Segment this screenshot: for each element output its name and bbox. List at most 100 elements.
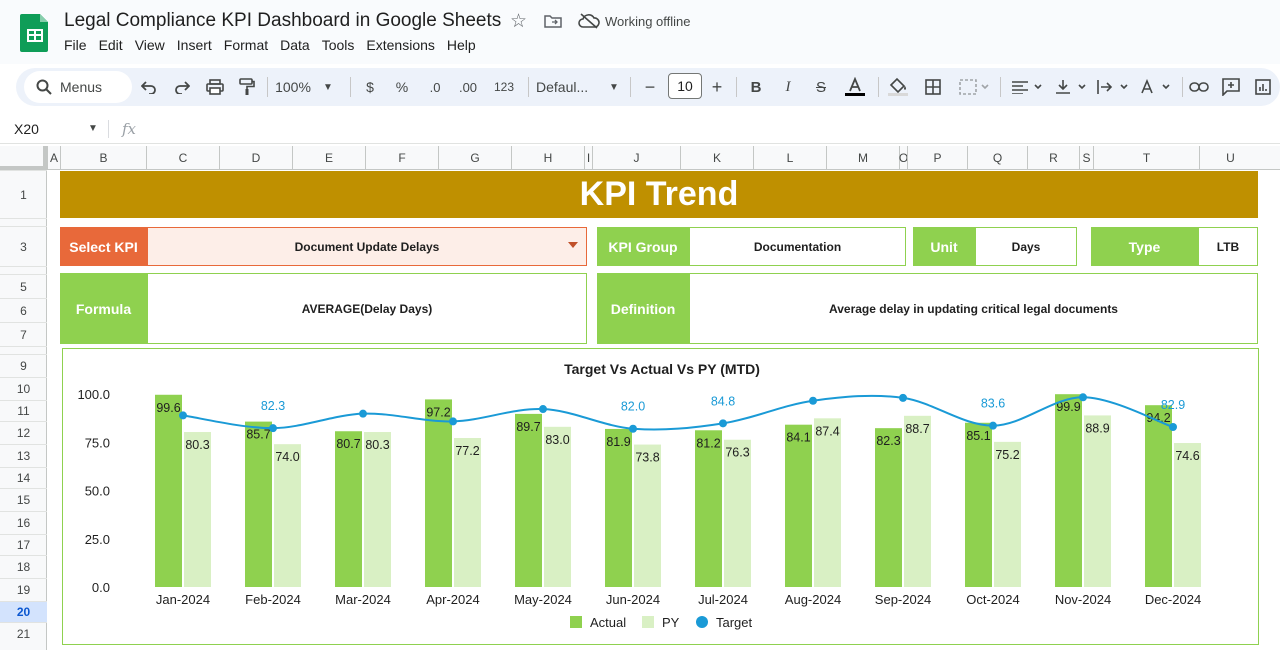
print-icon[interactable] xyxy=(204,68,226,106)
column-header-j[interactable]: J xyxy=(592,146,680,170)
menu-data[interactable]: Data xyxy=(274,36,316,54)
vertical-align-icon[interactable] xyxy=(1052,68,1092,106)
row-header-1[interactable]: 1 xyxy=(0,170,47,218)
increase-decimal-button[interactable]: .00 xyxy=(454,68,482,106)
column-header-s[interactable]: S xyxy=(1079,146,1093,170)
decrease-decimal-button[interactable]: .0 xyxy=(422,68,448,106)
paint-format-icon[interactable] xyxy=(236,68,258,106)
unit-value: Days xyxy=(975,227,1077,266)
chart-title: Target Vs Actual Vs PY (MTD) xyxy=(564,361,760,377)
row-header-17[interactable]: 17 xyxy=(0,534,47,555)
column-header-r[interactable]: R xyxy=(1027,146,1079,170)
column-header-d[interactable]: D xyxy=(219,146,292,170)
column-header-h[interactable]: H xyxy=(511,146,584,170)
column-header-k[interactable]: K xyxy=(680,146,753,170)
text-wrap-icon[interactable] xyxy=(1094,68,1134,106)
row-header-12[interactable]: 12 xyxy=(0,421,47,444)
row-header-7[interactable]: 7 xyxy=(0,322,47,346)
row-header-8[interactable] xyxy=(0,346,47,354)
number-format-button[interactable]: 123 xyxy=(490,68,518,106)
row-header-9[interactable]: 9 xyxy=(0,354,47,377)
redo-icon[interactable] xyxy=(171,68,193,106)
row-header-3[interactable]: 3 xyxy=(0,226,47,266)
insert-comment-icon[interactable] xyxy=(1220,68,1242,106)
column-header-g[interactable]: G xyxy=(438,146,511,170)
menu-tools[interactable]: Tools xyxy=(316,36,361,54)
star-icon[interactable]: ☆ xyxy=(510,10,527,33)
column-header-e[interactable]: E xyxy=(292,146,365,170)
type-label: Type xyxy=(1091,227,1198,266)
row-header-13[interactable]: 13 xyxy=(0,444,47,467)
row-header-20[interactable]: 20 xyxy=(0,601,47,622)
decrease-font-size-button[interactable]: − xyxy=(640,68,660,106)
row-header-14[interactable]: 14 xyxy=(0,467,47,488)
text-rotation-icon[interactable] xyxy=(1136,68,1176,106)
name-box[interactable]: X20 xyxy=(14,121,39,137)
row-header-21[interactable]: 21 xyxy=(0,622,47,645)
select-kpi-dropdown[interactable]: Document Update Delays xyxy=(147,227,587,266)
row-header-15[interactable]: 15 xyxy=(0,488,47,511)
menu-file[interactable]: File xyxy=(58,36,93,54)
row-header-19[interactable]: 19 xyxy=(0,578,47,601)
row-header-4[interactable] xyxy=(0,266,47,274)
type-value: LTB xyxy=(1198,227,1258,266)
zoom-select[interactable]: 100% xyxy=(272,68,314,106)
font-chevron-down-icon[interactable]: ▼ xyxy=(607,68,621,106)
column-header-q[interactable]: Q xyxy=(967,146,1027,170)
row-header-11[interactable]: 11 xyxy=(0,400,47,421)
italic-icon[interactable]: I xyxy=(778,68,798,106)
definition-label: Definition xyxy=(597,273,689,344)
row-header-2[interactable] xyxy=(0,218,47,226)
search-menus-button[interactable]: Menus xyxy=(24,71,132,103)
menu-format[interactable]: Format xyxy=(218,36,274,54)
menu-insert[interactable]: Insert xyxy=(171,36,218,54)
select-all-corner[interactable] xyxy=(0,146,47,170)
chart-container[interactable] xyxy=(62,348,1259,645)
font-size-input[interactable]: 10 xyxy=(668,73,702,99)
fill-color-icon[interactable] xyxy=(886,68,910,106)
bold-icon[interactable]: B xyxy=(746,68,766,106)
name-box-chevron-down-icon[interactable]: ▼ xyxy=(88,123,98,134)
offline-status[interactable]: Working offline xyxy=(605,14,691,29)
row-header-6[interactable]: 6 xyxy=(0,298,47,322)
column-header-m[interactable]: M xyxy=(826,146,899,170)
column-header-t[interactable]: T xyxy=(1093,146,1199,170)
column-header-u[interactable]: U xyxy=(1199,146,1261,170)
currency-format-button[interactable]: $ xyxy=(360,68,380,106)
column-header-i[interactable]: I xyxy=(584,146,592,170)
cloud-offline-icon[interactable] xyxy=(578,13,600,29)
column-header-b[interactable]: B xyxy=(60,146,146,170)
percent-format-button[interactable]: % xyxy=(392,68,412,106)
text-color-icon[interactable] xyxy=(842,68,868,106)
horizontal-align-icon[interactable] xyxy=(1008,68,1048,106)
title-bar: Legal Compliance KPI Dashboard in Google… xyxy=(0,0,1280,64)
column-header-o[interactable]: O xyxy=(899,146,908,170)
menu-bar: File Edit View Insert Format Data Tools Extensi… xyxy=(58,36,482,54)
column-header-l[interactable]: L xyxy=(753,146,826,170)
column-header-c[interactable]: C xyxy=(146,146,219,170)
zoom-chevron-down-icon[interactable]: ▼ xyxy=(321,68,335,106)
borders-icon[interactable] xyxy=(922,68,944,106)
menu-view[interactable]: View xyxy=(129,36,171,54)
insert-chart-icon[interactable] xyxy=(1252,68,1274,106)
font-family-select[interactable]: Defaul... xyxy=(536,68,600,106)
column-header-p[interactable]: P xyxy=(907,146,967,170)
merge-cells-icon[interactable] xyxy=(956,68,992,106)
row-header-10[interactable]: 10 xyxy=(0,377,47,400)
row-header-16[interactable]: 16 xyxy=(0,511,47,534)
sheets-logo-icon[interactable] xyxy=(20,12,50,52)
row-header-18[interactable]: 18 xyxy=(0,555,47,578)
menu-edit[interactable]: Edit xyxy=(93,36,129,54)
column-header-f[interactable]: F xyxy=(365,146,438,170)
menu-extensions[interactable]: Extensions xyxy=(360,36,440,54)
increase-font-size-button[interactable]: + xyxy=(706,68,728,106)
document-title[interactable]: Legal Compliance KPI Dashboard in Google… xyxy=(64,10,501,32)
strikethrough-icon[interactable]: S xyxy=(810,68,832,106)
menu-help[interactable]: Help xyxy=(441,36,482,54)
undo-icon[interactable] xyxy=(138,68,160,106)
column-header-a[interactable]: A xyxy=(47,146,60,170)
insert-link-icon[interactable] xyxy=(1188,68,1210,106)
dropdown-arrow-icon[interactable] xyxy=(568,242,578,248)
move-folder-icon[interactable] xyxy=(544,14,562,28)
row-header-5[interactable]: 5 xyxy=(0,274,47,298)
